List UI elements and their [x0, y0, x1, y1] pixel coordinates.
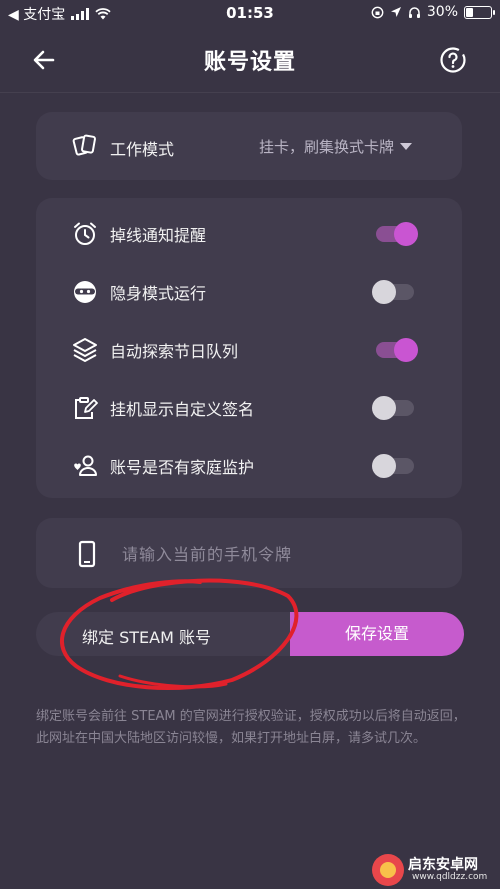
- setting-row-disconnect-alert: 掉线通知提醒: [36, 208, 462, 260]
- token-input-card: [36, 518, 462, 588]
- battery-level: [466, 7, 473, 17]
- work-mode-label: 工作模式: [110, 140, 175, 159]
- toggle-switch[interactable]: [372, 396, 414, 420]
- work-mode-card[interactable]: 工作模式 挂卡，刷集换式卡牌: [36, 112, 462, 180]
- setting-row-holiday-queue: 自动探索节日队列: [36, 324, 462, 376]
- setting-row-stealth-mode: 隐身模式运行: [36, 266, 462, 318]
- ninja-icon: [74, 281, 96, 303]
- setting-label: 自动探索节日队列: [110, 342, 239, 361]
- rotation-lock-icon: [371, 6, 384, 18]
- toggle-knob: [394, 338, 418, 362]
- nav-bar: 账号设置: [0, 26, 500, 93]
- battery-icon: [464, 5, 495, 19]
- toggle-switch[interactable]: [376, 222, 418, 246]
- status-right: 30%: [371, 4, 495, 20]
- clipboard-edit-icon: [75, 397, 98, 419]
- setting-label: 隐身模式运行: [110, 284, 207, 303]
- setting-row-family-guard: 账号是否有家庭监护: [36, 440, 462, 492]
- work-mode-select[interactable]: 挂卡，刷集换式卡牌: [259, 136, 394, 157]
- toggle-switch[interactable]: [372, 454, 414, 478]
- toggle-switch[interactable]: [376, 338, 418, 362]
- setting-row-custom-signature: 挂机显示自定义签名: [36, 382, 462, 434]
- toggle-knob: [372, 396, 396, 420]
- setting-label: 账号是否有家庭监护: [110, 458, 255, 477]
- phone-token-input[interactable]: [120, 538, 444, 570]
- toggle-settings-card: 掉线通知提醒 隐身模式运行 自动探索节日队列 挂机显示自定义签名 账号是否有家庭…: [36, 198, 462, 498]
- toggle-switch[interactable]: [372, 280, 414, 304]
- watermark-name: 启东安卓网: [408, 857, 478, 873]
- bind-steam-label: 绑定 STEAM 账号: [82, 628, 211, 647]
- save-settings-button[interactable]: 保存设置: [290, 612, 464, 656]
- cards-icon: [72, 134, 96, 156]
- layers-icon: [73, 338, 97, 362]
- toggle-knob: [394, 222, 418, 246]
- toggle-knob: [372, 280, 396, 304]
- alarm-clock-icon: [74, 222, 96, 245]
- status-bar: ◀ 支付宝 01:53 30%: [0, 0, 500, 26]
- chevron-down-icon[interactable]: [400, 143, 412, 150]
- bind-steam-button[interactable]: 绑定 STEAM 账号: [36, 612, 296, 656]
- phone-icon: [78, 540, 96, 568]
- toggle-knob: [372, 454, 396, 478]
- battery-percent: 30%: [426, 4, 458, 20]
- setting-label: 挂机显示自定义签名: [110, 400, 255, 419]
- family-guard-icon: [74, 455, 97, 476]
- setting-label: 掉线通知提醒: [110, 226, 207, 245]
- location-icon: [390, 7, 401, 17]
- headphones-icon: [408, 6, 420, 18]
- watermark-url: www.qdldzz.com: [412, 872, 488, 882]
- page-title: 账号设置: [203, 50, 296, 75]
- help-icon[interactable]: [436, 43, 470, 77]
- bind-info-note: 绑定账号会前往 STEAM 的官网进行授权验证，授权成功以后将自动返回，此网址在…: [36, 709, 466, 746]
